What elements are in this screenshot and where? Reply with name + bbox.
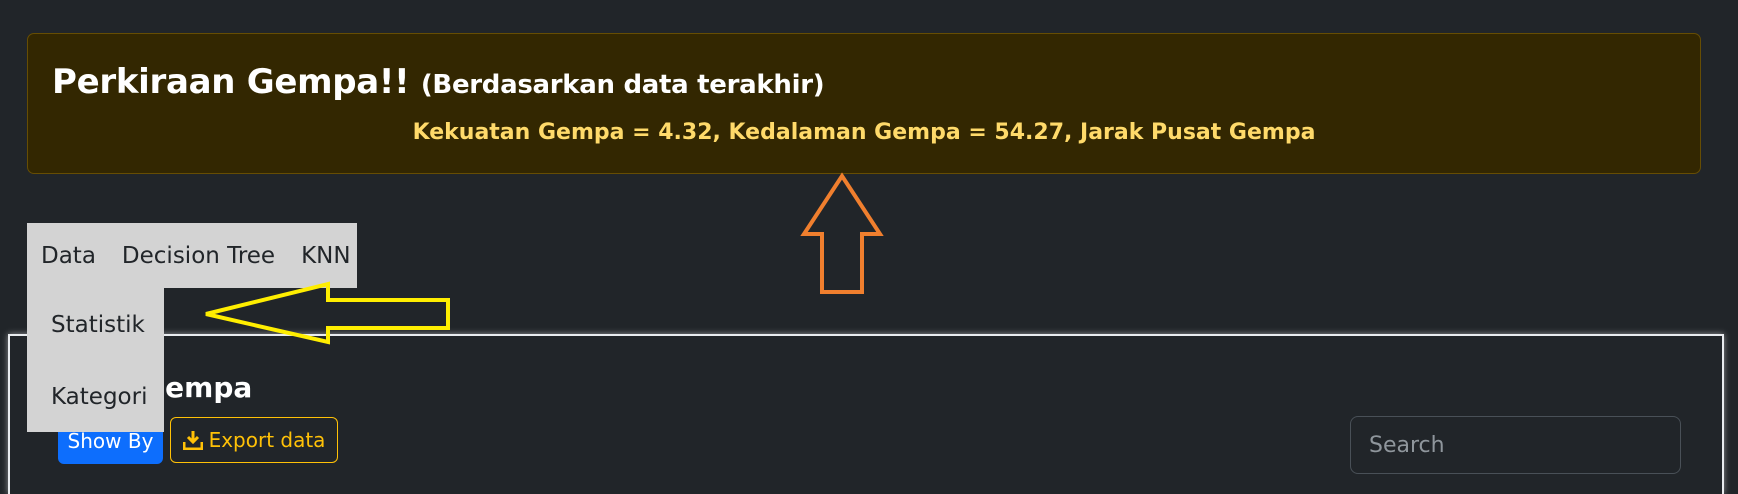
alert-heading: Perkiraan Gempa!! (Berdasarkan data tera… [52,62,825,102]
export-data-label: Export data [208,428,326,452]
dropdown-item-kategori[interactable]: Kategori [51,384,147,410]
export-data-button[interactable]: Export data [170,417,338,463]
orange-up-arrow-annotation [800,172,884,294]
alert-heading-title: Perkiraan Gempa!! [52,62,410,102]
download-icon [182,431,203,450]
menu-item-decision-tree[interactable]: Decision Tree [122,243,275,269]
dropdown-item-statistik[interactable]: Statistik [51,312,145,338]
alert-heading-subtitle: (Berdasarkan data terakhir) [420,70,825,100]
prediction-alert: Perkiraan Gempa!! (Berdasarkan data tera… [27,33,1701,174]
search-input[interactable] [1350,416,1681,474]
menu-item-knn[interactable]: KNN [301,243,351,269]
prediction-text: Kekuatan Gempa = 4.32, Kedalaman Gempa =… [412,120,1316,145]
yellow-left-arrow-annotation [205,281,450,345]
menu-bar: Data Decision Tree KNN [27,223,357,288]
data-dropdown-menu: Statistik Kategori [27,288,164,432]
menu-item-data[interactable]: Data [41,243,96,269]
data-card: Data Gempa Show By Export data [8,334,1724,494]
